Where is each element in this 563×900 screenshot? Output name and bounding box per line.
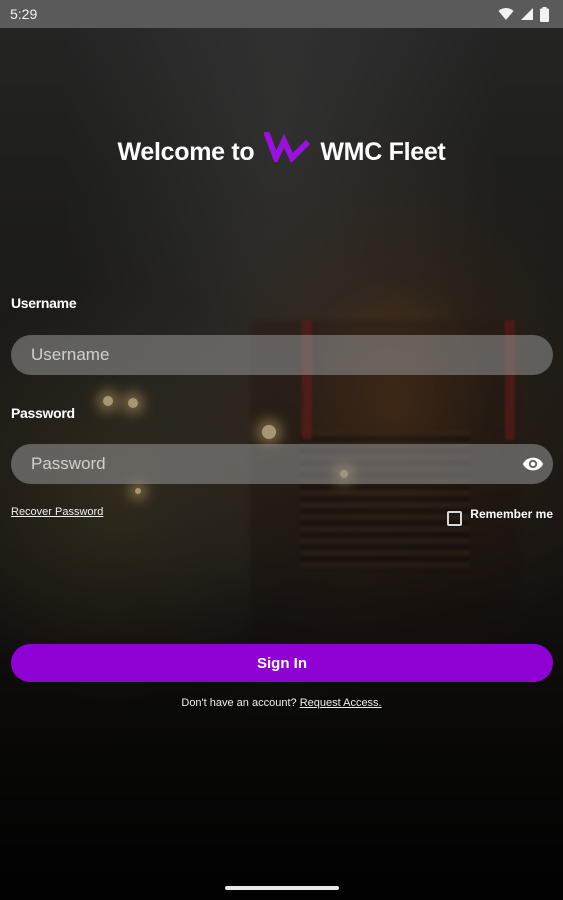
login-screen: 5:29 Welcome to WMC Fleet Username Passw…	[0, 0, 563, 900]
password-field[interactable]	[11, 444, 553, 484]
signal-icon	[521, 8, 533, 20]
app-name: WMC Fleet	[320, 138, 446, 166]
eye-icon[interactable]	[522, 453, 544, 475]
home-indicator[interactable]	[225, 886, 339, 890]
remember-me-label: Remember me	[470, 506, 553, 521]
battery-icon	[540, 6, 549, 22]
sign-in-label: Sign In	[257, 654, 307, 672]
recover-password-link[interactable]: Recover Password	[11, 506, 103, 518]
status-icons	[498, 6, 549, 22]
username-label: Username	[11, 295, 77, 311]
username-input[interactable]	[11, 335, 553, 375]
remember-me-control[interactable]: Remember me	[447, 505, 553, 526]
no-account-text: Don't have an account?	[181, 697, 297, 709]
remember-me-checkbox[interactable]	[447, 511, 463, 526]
password-input[interactable]	[11, 444, 553, 484]
username-field[interactable]	[11, 335, 553, 375]
status-bar: 5:29	[0, 0, 563, 28]
wifi-icon	[498, 8, 514, 20]
sign-in-button[interactable]: Sign In	[11, 644, 553, 682]
password-label: Password	[11, 405, 75, 421]
welcome-text: Welcome to	[117, 138, 255, 166]
request-access-row: Don't have an account? Request Access.	[0, 697, 563, 709]
welcome-header: Welcome to WMC Fleet	[0, 131, 563, 167]
wmc-logo-icon	[264, 131, 311, 162]
request-access-link[interactable]: Request Access.	[300, 697, 382, 709]
status-time: 5:29	[10, 6, 38, 22]
